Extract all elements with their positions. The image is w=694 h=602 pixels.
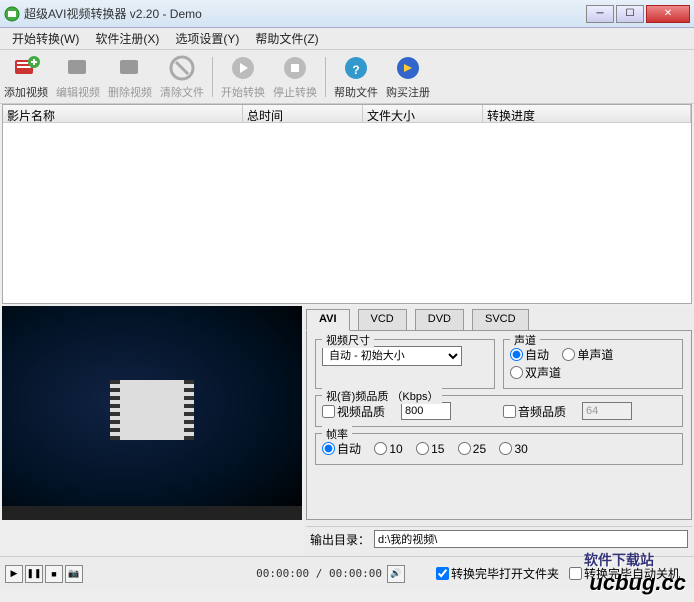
channel-auto-radio[interactable]: 自动: [510, 346, 549, 363]
fps-group: 帧率 自动 10 15 25 30: [315, 433, 683, 465]
edit-video-button[interactable]: 编辑视频: [53, 52, 103, 102]
toolbar-label: 帮助文件: [334, 84, 378, 100]
video-size-group: 视频尺寸 自动 - 初始大小: [315, 339, 495, 389]
fps-auto-radio[interactable]: 自动: [322, 440, 361, 457]
add-video-button[interactable]: 添加视频: [1, 52, 51, 102]
channel-stereo-radio[interactable]: 双声道: [510, 364, 561, 381]
toolbar-label: 删除视频: [108, 84, 152, 100]
toolbar-label: 编辑视频: [56, 84, 100, 100]
snapshot-button[interactable]: 📷: [65, 565, 83, 583]
menu-bar: 开始转换(W) 软件注册(X) 选项设置(Y) 帮助文件(Z): [0, 28, 694, 50]
menu-register[interactable]: 软件注册(X): [87, 28, 167, 49]
fps-15-radio[interactable]: 15: [416, 442, 444, 456]
list-header: 影片名称 总时间 文件大小 转换进度: [3, 105, 691, 123]
tab-svcd[interactable]: SVCD: [472, 309, 529, 331]
output-label: 输出目录：: [310, 531, 370, 548]
maximize-button[interactable]: ☐: [616, 5, 644, 23]
audio-quality-input[interactable]: [582, 402, 632, 420]
output-path-input[interactable]: [374, 530, 688, 548]
video-preview: [2, 306, 302, 520]
filmstrip-icon: [112, 380, 192, 440]
toolbar-label: 开始转换: [221, 84, 265, 100]
stop-icon: [281, 54, 309, 82]
player-controls: ▶ ❚❚ ■ 📷 00:00:00 / 00:00:00 🔊 转换完毕打开文件夹…: [0, 556, 694, 590]
minimize-button[interactable]: ─: [586, 5, 614, 23]
edit-video-icon: [64, 54, 92, 82]
fps-25-radio[interactable]: 25: [458, 442, 486, 456]
tab-vcd[interactable]: VCD: [358, 309, 407, 331]
format-tabs: AVI VCD DVD SVCD: [306, 308, 692, 330]
shutdown-check[interactable]: 转换完毕自动关机: [569, 565, 680, 582]
col-name[interactable]: 影片名称: [3, 105, 243, 122]
delete-video-button[interactable]: 删除视频: [105, 52, 155, 102]
fps-10-radio[interactable]: 10: [374, 442, 402, 456]
help-icon: ?: [342, 54, 370, 82]
audio-quality-check[interactable]: 音频品质: [503, 403, 566, 420]
player-time: 00:00:00 / 00:00:00: [256, 567, 382, 580]
app-icon: [4, 6, 20, 22]
pause-button[interactable]: ❚❚: [25, 565, 43, 583]
channel-legend: 声道: [510, 332, 540, 348]
toolbar-label: 停止转换: [273, 84, 317, 100]
start-convert-button[interactable]: 开始转换: [218, 52, 268, 102]
buy-icon: [394, 54, 422, 82]
open-after-check[interactable]: 转换完毕打开文件夹: [436, 565, 559, 582]
toolbar-label: 购买注册: [386, 84, 430, 100]
add-video-icon: [12, 54, 40, 82]
stop-convert-button[interactable]: 停止转换: [270, 52, 320, 102]
play-button[interactable]: ▶: [5, 565, 23, 583]
seek-bar[interactable]: [2, 506, 302, 520]
quality-group: 视(音)频品质 （Kbps） 视频品质 音频品质: [315, 395, 683, 427]
stop-button[interactable]: ■: [45, 565, 63, 583]
fps-30-radio[interactable]: 30: [499, 442, 527, 456]
start-icon: [229, 54, 257, 82]
buy-register-button[interactable]: 购买注册: [383, 52, 433, 102]
toolbar-label: 添加视频: [4, 84, 48, 100]
video-size-select[interactable]: 自动 - 初始大小: [322, 346, 462, 366]
svg-text:?: ?: [352, 63, 359, 77]
menu-options[interactable]: 选项设置(Y): [167, 28, 247, 49]
video-quality-input[interactable]: [401, 402, 451, 420]
toolbar-separator: [325, 57, 326, 97]
settings-panel: AVI VCD DVD SVCD 视频尺寸 自动 - 初始大小 声道 自动 单声…: [304, 306, 694, 556]
col-size[interactable]: 文件大小: [363, 105, 483, 122]
quality-legend: 视(音)频品质 （Kbps）: [322, 388, 442, 404]
toolbar-separator: [212, 57, 213, 97]
window-titlebar: 超级AVI视频转换器 v2.20 - Demo ─ ☐ ✕: [0, 0, 694, 28]
channel-mono-radio[interactable]: 单声道: [562, 346, 613, 363]
close-button[interactable]: ✕: [646, 5, 690, 23]
toolbar: 添加视频 编辑视频 删除视频 清除文件 开始转换 停止转换 ? 帮助文件 购买注…: [0, 50, 694, 104]
list-body[interactable]: [3, 123, 691, 303]
video-size-legend: 视频尺寸: [322, 332, 374, 348]
clear-files-button[interactable]: 清除文件: [157, 52, 207, 102]
file-list: 影片名称 总时间 文件大小 转换进度: [2, 104, 692, 304]
menu-help[interactable]: 帮助文件(Z): [247, 28, 326, 49]
volume-button[interactable]: 🔊: [387, 565, 405, 583]
help-file-button[interactable]: ? 帮助文件: [331, 52, 381, 102]
fps-legend: 帧率: [322, 426, 352, 442]
tab-avi[interactable]: AVI: [306, 309, 350, 331]
col-time[interactable]: 总时间: [243, 105, 363, 122]
video-quality-check[interactable]: 视频品质: [322, 403, 385, 420]
delete-video-icon: [116, 54, 144, 82]
toolbar-label: 清除文件: [160, 84, 204, 100]
tab-dvd[interactable]: DVD: [415, 309, 464, 331]
channel-group: 声道 自动 单声道 双声道: [503, 339, 683, 389]
col-progress[interactable]: 转换进度: [483, 105, 691, 122]
output-row: 输出目录：: [306, 526, 692, 551]
window-title: 超级AVI视频转换器 v2.20 - Demo: [24, 5, 584, 22]
menu-start[interactable]: 开始转换(W): [4, 28, 87, 49]
clear-icon: [168, 54, 196, 82]
